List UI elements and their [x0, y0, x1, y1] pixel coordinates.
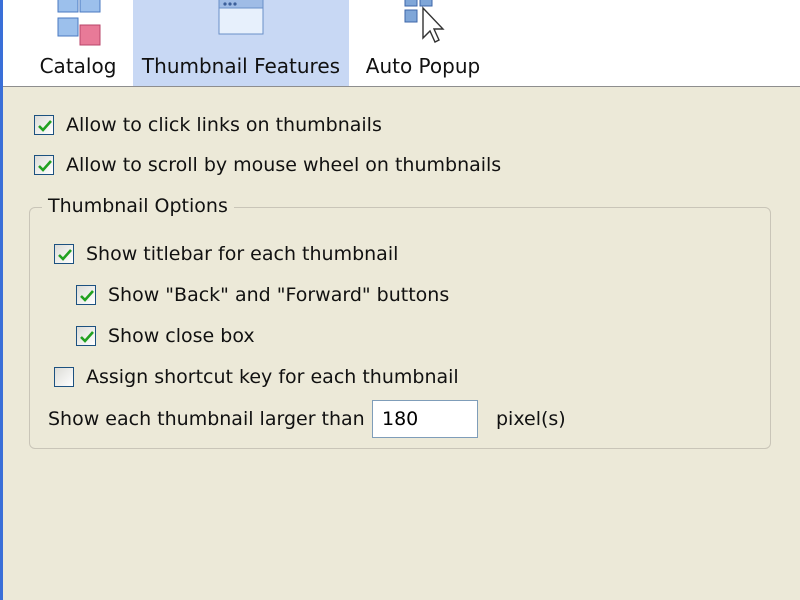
show-titlebar-checkbox[interactable]: [54, 244, 74, 264]
tab-catalog[interactable]: Catalog: [31, 0, 125, 86]
show-titlebar-label: Show titlebar for each thumbnail: [86, 243, 399, 265]
thumbnail-options-group: Thumbnail Options Show titlebar for each…: [29, 195, 771, 449]
allow-click-links-label: Allow to click links on thumbnails: [66, 114, 382, 136]
thumbnail-options-title: Thumbnail Options: [42, 195, 234, 217]
show-titlebar-option[interactable]: Show titlebar for each thumbnail: [54, 243, 398, 265]
tab-catalog-label: Catalog: [39, 54, 117, 78]
preferences-window: Catalog Thumbnail Features Auto Popup Al…: [0, 0, 800, 600]
thumbnail-features-panel: Allow to click links on thumbnails Allow…: [3, 87, 800, 600]
show-back-forward-option[interactable]: Show "Back" and "Forward" buttons: [76, 284, 449, 306]
show-back-forward-label: Show "Back" and "Forward" buttons: [108, 284, 450, 306]
preferences-toolbar: Catalog Thumbnail Features Auto Popup: [3, 0, 800, 87]
show-close-box-option[interactable]: Show close box: [76, 325, 255, 347]
tab-thumbnail-features[interactable]: Thumbnail Features: [133, 0, 349, 86]
allow-scroll-wheel-option[interactable]: Allow to scroll by mouse wheel on thumbn…: [34, 154, 501, 176]
auto-popup-icon: [393, 0, 453, 57]
tab-auto-popup-label: Auto Popup: [365, 54, 481, 78]
allow-click-links-checkbox[interactable]: [34, 115, 54, 135]
allow-click-links-option[interactable]: Allow to click links on thumbnails: [34, 114, 382, 136]
show-close-box-label: Show close box: [108, 325, 255, 347]
thumbnail-size-input[interactable]: [372, 400, 478, 438]
thumbnail-window-icon: [211, 0, 271, 57]
allow-scroll-wheel-checkbox[interactable]: [34, 155, 54, 175]
allow-scroll-wheel-label: Allow to scroll by mouse wheel on thumbn…: [66, 154, 502, 176]
thumbnail-size-label: Show each thumbnail larger than: [48, 408, 365, 430]
show-close-box-checkbox[interactable]: [76, 326, 96, 346]
thumbnail-size-unit: pixel(s): [496, 408, 566, 430]
assign-shortcut-label: Assign shortcut key for each thumbnail: [86, 366, 459, 388]
assign-shortcut-checkbox[interactable]: [54, 367, 74, 387]
tab-auto-popup[interactable]: Auto Popup: [359, 0, 487, 86]
catalog-icon: [48, 0, 108, 57]
assign-shortcut-option[interactable]: Assign shortcut key for each thumbnail: [54, 366, 459, 388]
show-back-forward-checkbox[interactable]: [76, 285, 96, 305]
tab-thumbnail-features-label: Thumbnail Features: [141, 54, 341, 78]
